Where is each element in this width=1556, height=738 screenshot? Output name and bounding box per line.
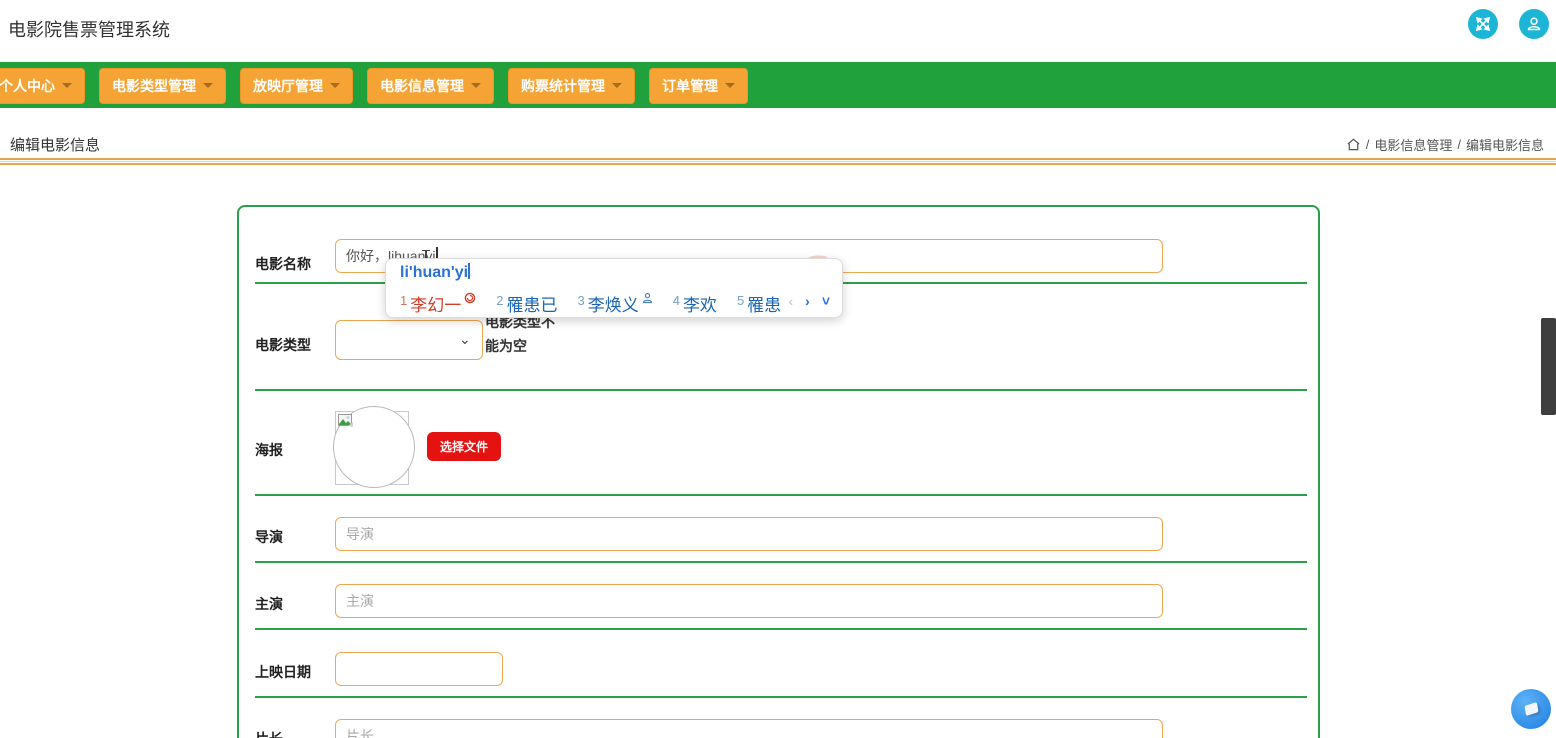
- chevron-down-icon: [62, 83, 72, 88]
- fullscreen-button[interactable]: [1468, 9, 1498, 39]
- candidate-text: 李焕义: [587, 296, 639, 315]
- user-icon: [1525, 15, 1543, 33]
- ime-candidate-window: li'huan'yi 1 李幻一 2 罹患已 3 李焕义 4 李欢 5 罹患 ‹…: [385, 258, 843, 318]
- ime-status-float-button[interactable]: [1511, 689, 1551, 729]
- ime-candidate-4[interactable]: 4 李欢: [673, 291, 717, 316]
- ime-composition-text: li'huan'yi: [400, 264, 469, 281]
- candidate-text: 李欢: [682, 296, 717, 315]
- candidate-number: 1: [400, 293, 408, 308]
- poster-label: 海报: [255, 442, 283, 458]
- poster-preview: [333, 406, 415, 488]
- top-header: 电影院售票管理系统: [0, 0, 1556, 62]
- ime-expand-icon[interactable]: ˅: [822, 293, 830, 309]
- starring-input[interactable]: [335, 584, 1163, 618]
- nav-item-screening-hall-mgmt[interactable]: 放映厅管理: [240, 67, 353, 104]
- candidate-number: 4: [672, 293, 680, 308]
- row-divider: [255, 561, 1307, 563]
- candidate-text: 罹患: [747, 296, 782, 315]
- row-divider: [255, 494, 1307, 496]
- row-divider: [255, 696, 1307, 698]
- nav-item-label: 订单管理: [662, 77, 718, 94]
- starring-label: 主演: [255, 596, 283, 612]
- emoji-badge-icon: [464, 289, 476, 309]
- orange-divider: [0, 158, 1556, 165]
- keyboard-icon: [1523, 702, 1539, 716]
- nav-item-order-mgmt[interactable]: 订单管理: [649, 67, 748, 104]
- release-date-label: 上映日期: [255, 664, 311, 680]
- movie-type-select[interactable]: [335, 320, 483, 360]
- nav-item-label: 购票统计管理: [521, 77, 605, 94]
- chevron-down-icon: [203, 83, 213, 88]
- vertical-scrollbar-thumb[interactable]: [1541, 318, 1556, 415]
- page-title: 编辑电影信息: [10, 137, 101, 154]
- ime-candidate-5[interactable]: 5 罹患: [737, 291, 781, 316]
- candidate-number: 5: [736, 293, 745, 308]
- candidate-number: 2: [496, 293, 504, 308]
- person-badge-icon: [642, 289, 653, 309]
- breadcrumb-item-movie-info-mgmt[interactable]: 电影信息管理: [1374, 135, 1452, 154]
- ime-composition: li'huan'yi: [400, 263, 470, 282]
- row-divider: [255, 389, 1307, 391]
- chevron-down-icon: [725, 83, 735, 88]
- chevron-down-icon: [330, 83, 340, 88]
- release-date-input[interactable]: [335, 652, 503, 686]
- movie-name-label: 电影名称: [255, 256, 311, 272]
- ime-prev-page-icon[interactable]: ‹: [788, 293, 793, 309]
- broken-image-icon: [338, 414, 354, 433]
- row-divider: [255, 628, 1307, 630]
- nav-item-movie-type-mgmt[interactable]: 电影类型管理: [99, 67, 226, 104]
- candidate-number: 3: [577, 293, 585, 308]
- choose-file-button[interactable]: 选择文件: [427, 432, 502, 461]
- nav-item-ticket-stats-mgmt[interactable]: 购票统计管理: [508, 67, 635, 104]
- nav-item-movie-info-mgmt[interactable]: 电影信息管理: [367, 67, 494, 104]
- user-menu-button[interactable]: [1519, 9, 1549, 39]
- breadcrumb: / 电影信息管理 / 编辑电影信息: [1346, 135, 1544, 154]
- ime-candidate-1[interactable]: 1 李幻一: [400, 291, 476, 316]
- breadcrumb-separator: /: [1365, 137, 1370, 152]
- duration-input[interactable]: [335, 719, 1163, 738]
- candidate-text: 李幻一: [410, 296, 462, 315]
- ime-next-page-icon[interactable]: ›: [805, 293, 810, 309]
- nav-item-label: 电影类型管理: [112, 77, 196, 94]
- nav-item-label: 电影信息管理: [380, 77, 464, 94]
- nav-item-label: 放映厅管理: [253, 77, 323, 94]
- ime-candidate-list: 1 李幻一 2 罹患已 3 李焕义 4 李欢 5 罹患: [400, 291, 781, 316]
- candidate-text: 罹患已: [506, 296, 558, 315]
- director-label: 导演: [255, 529, 283, 545]
- ime-paging-controls: ‹ › ˅: [788, 293, 830, 309]
- chevron-down-icon: [471, 83, 481, 88]
- nav-item-label: 个人中心: [0, 77, 55, 94]
- breadcrumb-item-edit-movie: 编辑电影信息: [1465, 138, 1544, 153]
- fullscreen-arrows-icon: [1475, 16, 1491, 32]
- nav-item-personal-center[interactable]: 个人中心: [0, 67, 85, 104]
- movie-type-label: 电影类型: [255, 337, 311, 353]
- ime-caret: [468, 263, 470, 279]
- duration-label: 片长: [255, 729, 283, 738]
- main-navbar: 个人中心 电影类型管理 放映厅管理 电影信息管理 购票统计管理 订单管理: [0, 62, 1556, 108]
- home-icon[interactable]: [1346, 137, 1361, 152]
- breadcrumb-separator: /: [1457, 137, 1461, 152]
- chevron-down-icon: [612, 83, 622, 88]
- ime-candidate-3[interactable]: 3 李焕义: [577, 291, 652, 316]
- screen: 电影院售票管理系统 个人中心 电影类型管理 放映厅管理 电影信息管理 购票统计管…: [0, 0, 1556, 738]
- app-title: 电影院售票管理系统: [8, 20, 170, 40]
- director-input[interactable]: [335, 517, 1163, 551]
- ime-candidate-2[interactable]: 2 罹患已: [496, 291, 557, 316]
